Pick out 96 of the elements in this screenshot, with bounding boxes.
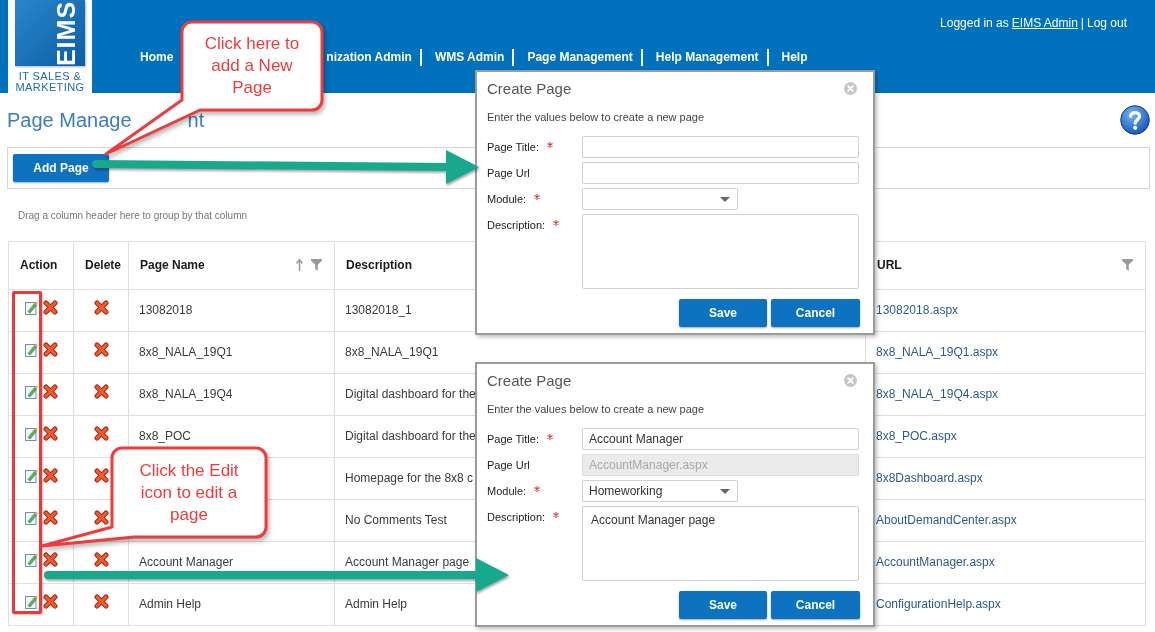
table-cell: 8x8_NALA_19Q1	[345, 344, 439, 359]
logo-text: EIMS	[54, 0, 80, 66]
page-title: Page Manage	[7, 108, 132, 133]
delete-icon[interactable]	[93, 551, 109, 567]
table-cell: 8x8_POC	[139, 428, 192, 443]
delete-icon[interactable]	[43, 299, 58, 315]
edit-icon[interactable]	[25, 425, 38, 441]
delete-icon[interactable]	[93, 593, 109, 609]
table-cell: 8x8_POC.aspx	[876, 428, 957, 443]
text-field[interactable]	[582, 162, 859, 184]
save-button[interactable]: Save	[679, 299, 767, 327]
user-link[interactable]: EIMS Admin	[1011, 16, 1078, 30]
edit-icon[interactable]	[25, 299, 38, 315]
field-label: Page Title:	[487, 433, 539, 445]
cancel-button[interactable]: Cancel	[771, 591, 860, 619]
help-icon[interactable]	[1120, 105, 1150, 135]
text-field[interactable]	[582, 136, 859, 158]
table-cell: AccountManager.aspx	[876, 554, 995, 569]
logout-link[interactable]: Log out	[1086, 16, 1127, 30]
edit-icon[interactable]	[25, 593, 38, 609]
field-label: Page Url	[487, 167, 530, 179]
table-cell: 8x8_NALA_19Q1.aspx	[876, 344, 999, 359]
field-label: Module:	[487, 485, 527, 497]
text-area[interactable]: Account Manager page	[582, 506, 859, 581]
nav-link[interactable]: Home	[140, 50, 174, 64]
table-cell: AboutDemandCenter.aspx	[876, 512, 1017, 527]
login-status: Logged in as	[940, 16, 1009, 30]
table-cell: No Comments Test	[345, 512, 447, 527]
table-cell: 8x8Dashboard.aspx	[876, 470, 983, 485]
table-cell: 8x8_NALA_19Q4	[139, 386, 233, 401]
table-cell: Account Manager	[139, 554, 234, 569]
dialog-instructions: Enter the values below to create a new page	[487, 402, 705, 416]
delete-icon[interactable]	[93, 341, 109, 357]
delete-icon[interactable]	[43, 383, 58, 399]
field-label: Page Title:	[487, 141, 539, 153]
table-cell: Homepage for the 8x8 c	[345, 470, 474, 485]
text-field[interactable]: Account Manager	[582, 428, 859, 450]
table-cell: Digital dashboard for the	[345, 386, 476, 401]
edit-icon[interactable]	[25, 509, 38, 525]
group-hint: Drag a column header here to group by that column	[18, 209, 248, 223]
callout-text: Click here to add a New Page	[203, 33, 301, 99]
field-label: Module:	[487, 193, 527, 205]
save-button[interactable]: Save	[679, 591, 767, 619]
edit-icon[interactable]	[25, 551, 38, 567]
edit-icon[interactable]	[25, 341, 38, 357]
column-header[interactable]: URL	[877, 257, 902, 272]
table-cell: Admin Help	[139, 596, 202, 611]
nav-link[interactable]: Page Management	[527, 50, 633, 64]
table-cell: 8x8_NALA_19Q4.aspx	[876, 386, 999, 401]
caret-icon	[720, 196, 730, 202]
page-title: nt	[187, 108, 205, 133]
filter-icon[interactable]	[311, 258, 322, 271]
delete-icon[interactable]	[43, 425, 58, 441]
table-cell: ConfigurationHelp.aspx	[876, 596, 1001, 611]
table-cell: 8x8_NALA_19Q1	[139, 344, 233, 359]
cancel-button[interactable]: Cancel	[771, 299, 860, 327]
delete-icon[interactable]	[43, 341, 58, 357]
field-label: Description:	[487, 219, 546, 231]
field-label: Description:	[487, 511, 546, 523]
delete-icon[interactable]	[43, 509, 58, 525]
column-header[interactable]: Delete	[85, 257, 122, 272]
table-cell: 13082018_1	[345, 302, 412, 317]
nav-link[interactable]: WMS Admin	[434, 50, 505, 64]
dialog-title: Create Page	[487, 79, 572, 97]
table-cell: Admin Help	[345, 596, 408, 611]
delete-icon[interactable]	[43, 593, 58, 609]
nav-link[interactable]: Help Management	[655, 50, 759, 64]
add-page-button[interactable]: Add Page	[13, 154, 109, 182]
table-cell: 13082018.aspx	[876, 302, 959, 317]
separator-text: |	[1080, 16, 1084, 30]
delete-icon[interactable]	[93, 425, 109, 441]
delete-icon[interactable]	[43, 551, 58, 567]
field-label: Page Url	[487, 459, 530, 471]
delete-icon[interactable]	[93, 509, 109, 525]
delete-icon[interactable]	[93, 299, 109, 315]
dialog-title: Create Page	[487, 371, 572, 389]
filter-icon[interactable]	[1122, 258, 1133, 271]
sort-arrow-icon[interactable]	[296, 258, 303, 271]
dialog-instructions: Enter the values below to create a new page	[487, 110, 705, 124]
module-select[interactable]: Homeworking	[582, 480, 738, 502]
column-header[interactable]: Description	[346, 257, 412, 272]
logo-tagline: IT SALES & MARKETING	[14, 71, 86, 93]
edit-icon[interactable]	[25, 467, 38, 483]
nav-link[interactable]: Help	[781, 50, 808, 64]
table-cell: Digital dashboard for the	[345, 428, 476, 443]
edit-icon[interactable]	[25, 383, 38, 399]
delete-icon[interactable]	[93, 467, 109, 483]
delete-icon[interactable]	[43, 467, 58, 483]
column-header[interactable]: Page Name	[140, 257, 205, 272]
nav-link[interactable]: nization Admin	[326, 50, 412, 64]
column-header[interactable]: Action	[20, 257, 58, 272]
table-cell: Account Manager page	[345, 554, 470, 569]
table-cell: 13082018	[139, 302, 193, 317]
delete-icon[interactable]	[93, 383, 109, 399]
caret-icon	[720, 488, 730, 494]
callout-text: Click the Edit icon to edit a page	[138, 459, 240, 526]
